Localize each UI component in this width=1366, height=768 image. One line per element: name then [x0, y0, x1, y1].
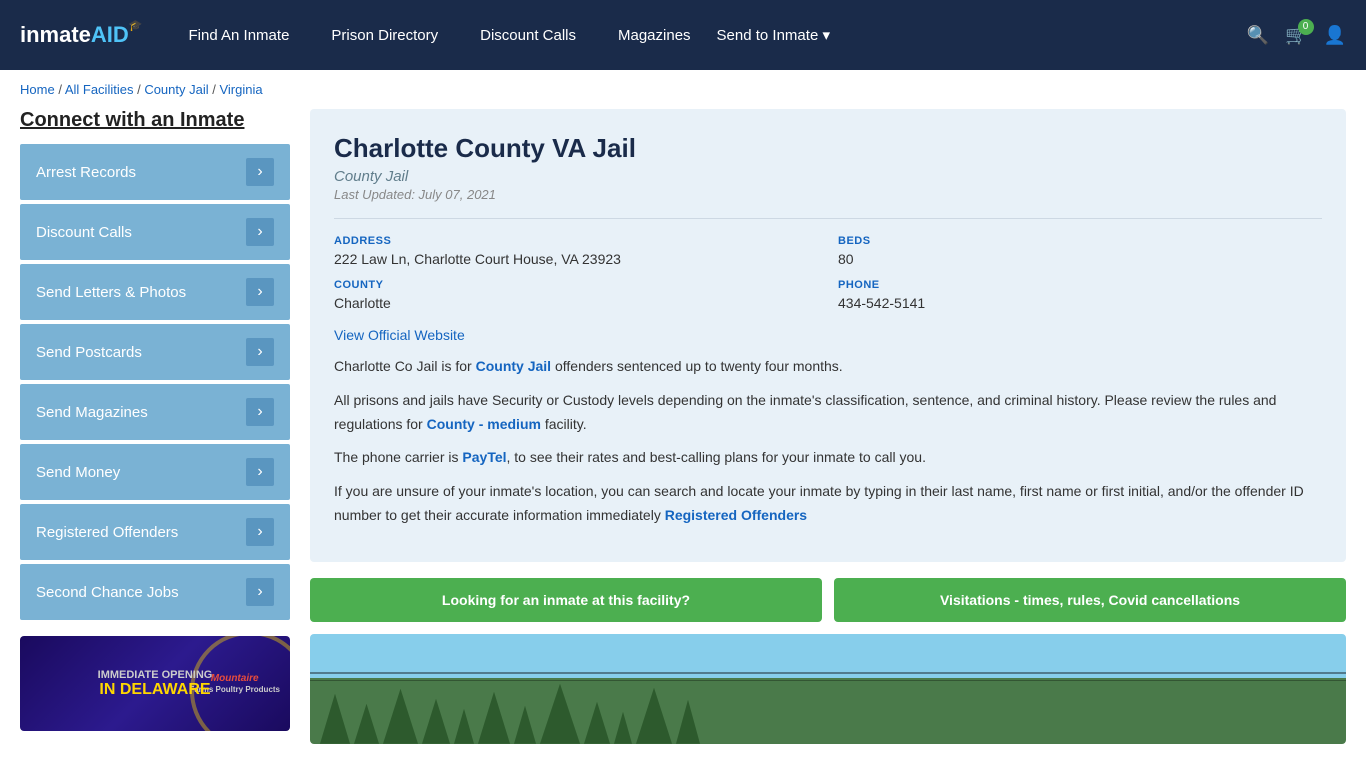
facility-photo — [310, 634, 1346, 744]
sidebar-item-arrest-records[interactable]: Arrest Records › — [20, 144, 290, 200]
nav-prison-directory[interactable]: Prison Directory — [315, 19, 454, 52]
logo[interactable]: inmateAID🎓 — [20, 22, 143, 48]
tree-12 — [676, 700, 700, 744]
phone-value: 434-542-5141 — [838, 295, 1322, 311]
ad-text: IMMEDIATE OPENING IN DELAWARE — [90, 661, 221, 707]
address-block: ADDRESS 222 Law Ln, Charlotte Court Hous… — [334, 235, 818, 267]
navigation: inmateAID🎓 Find An Inmate Prison Directo… — [0, 0, 1366, 70]
chevron-right-icon: › — [246, 278, 274, 306]
county-block: COUNTY Charlotte — [334, 279, 818, 311]
facility-card: Charlotte County VA Jail County Jail Las… — [310, 109, 1346, 562]
sidebar: Connect with an Inmate Arrest Records › … — [20, 109, 290, 744]
sidebar-item-second-chance-jobs[interactable]: Second Chance Jobs › — [20, 564, 290, 620]
search-button[interactable]: 🔍 — [1247, 25, 1269, 46]
sidebar-menu: Arrest Records › Discount Calls › Send L… — [20, 144, 290, 620]
tree-1 — [320, 694, 350, 744]
visitations-button[interactable]: Visitations - times, rules, Covid cancel… — [834, 578, 1346, 622]
sidebar-item-label: Send Postcards — [36, 344, 142, 361]
nav-links: Find An Inmate Prison Directory Discount… — [173, 19, 1247, 52]
address-value: 222 Law Ln, Charlotte Court House, VA 23… — [334, 251, 818, 267]
breadcrumb: Home / All Facilities / County Jail / Vi… — [0, 70, 1366, 109]
tree-7 — [514, 706, 536, 744]
tree-2 — [354, 704, 379, 744]
county-label: COUNTY — [334, 279, 818, 291]
paytel-link[interactable]: PayTel — [462, 449, 506, 465]
nav-find-inmate[interactable]: Find An Inmate — [173, 19, 306, 52]
tree-9 — [584, 702, 610, 744]
chevron-right-icon: › — [246, 158, 274, 186]
facility-type: County Jail — [334, 168, 1322, 185]
nav-icons: 🔍 🛒 0 👤 — [1247, 25, 1346, 46]
sidebar-item-label: Second Chance Jobs — [36, 584, 179, 601]
beds-value: 80 — [838, 251, 1322, 267]
facility-details-grid: ADDRESS 222 Law Ln, Charlotte Court Hous… — [334, 218, 1322, 311]
chevron-right-icon: › — [246, 458, 274, 486]
tree-5 — [454, 709, 474, 744]
facility-name: Charlotte County VA Jail — [334, 133, 1322, 164]
cart-button[interactable]: 🛒 0 — [1285, 25, 1307, 46]
chevron-right-icon: › — [246, 218, 274, 246]
beds-block: BEDS 80 — [838, 235, 1322, 267]
sidebar-item-send-postcards[interactable]: Send Postcards › — [20, 324, 290, 380]
find-inmate-button[interactable]: Looking for an inmate at this facility? — [310, 578, 822, 622]
tree-8 — [540, 684, 580, 744]
sidebar-item-send-magazines[interactable]: Send Magazines › — [20, 384, 290, 440]
nav-send-to-inmate[interactable]: Send to Inmate ▾ — [717, 26, 830, 44]
sidebar-item-label: Discount Calls — [36, 224, 132, 241]
tree-decoration — [310, 679, 1346, 744]
user-account-button[interactable]: 👤 — [1324, 25, 1346, 46]
sidebar-item-discount-calls[interactable]: Discount Calls › — [20, 204, 290, 260]
address-label: ADDRESS — [334, 235, 818, 247]
cart-badge: 0 — [1298, 19, 1314, 35]
tree-10 — [614, 712, 632, 744]
county-jail-link[interactable]: County Jail — [476, 358, 551, 374]
tree-4 — [422, 699, 450, 744]
facility-description: Charlotte Co Jail is for County Jail off… — [334, 355, 1322, 528]
sidebar-title: Connect with an Inmate — [20, 109, 290, 132]
sidebar-item-send-letters[interactable]: Send Letters & Photos › — [20, 264, 290, 320]
nav-magazines[interactable]: Magazines — [602, 19, 707, 52]
registered-offenders-link[interactable]: Registered Offenders — [665, 507, 807, 523]
phone-label: PHONE — [838, 279, 1322, 291]
sidebar-item-label: Send Money — [36, 464, 120, 481]
chevron-right-icon: › — [246, 578, 274, 606]
main-content: Charlotte County VA Jail County Jail Las… — [310, 109, 1346, 744]
county-medium-link[interactable]: County - medium — [427, 416, 541, 432]
sidebar-item-registered-offenders[interactable]: Registered Offenders › — [20, 504, 290, 560]
sidebar-item-label: Send Magazines — [36, 404, 148, 421]
tree-6 — [478, 692, 510, 744]
nav-discount-calls[interactable]: Discount Calls — [464, 19, 592, 52]
sidebar-ad-banner[interactable]: IMMEDIATE OPENING IN DELAWARE Mountaire … — [20, 636, 290, 731]
sidebar-item-label: Send Letters & Photos — [36, 284, 186, 301]
breadcrumb-county-jail[interactable]: County Jail — [144, 82, 208, 97]
official-website-link[interactable]: View Official Website — [334, 327, 465, 343]
facility-last-updated: Last Updated: July 07, 2021 — [334, 187, 1322, 202]
tree-3 — [383, 689, 418, 744]
sidebar-item-send-money[interactable]: Send Money › — [20, 444, 290, 500]
page-layout: Connect with an Inmate Arrest Records › … — [0, 109, 1366, 764]
chevron-right-icon: › — [246, 398, 274, 426]
phone-block: PHONE 434-542-5141 — [838, 279, 1322, 311]
breadcrumb-home[interactable]: Home — [20, 82, 55, 97]
action-buttons: Looking for an inmate at this facility? … — [310, 578, 1346, 622]
sidebar-item-label: Registered Offenders — [36, 524, 178, 541]
county-value: Charlotte — [334, 295, 818, 311]
chevron-right-icon: › — [246, 338, 274, 366]
tree-11 — [636, 688, 672, 744]
wire-decoration — [310, 672, 1346, 674]
chevron-right-icon: › — [246, 518, 274, 546]
breadcrumb-virginia[interactable]: Virginia — [219, 82, 262, 97]
sidebar-item-label: Arrest Records — [36, 164, 136, 181]
breadcrumb-all-facilities[interactable]: All Facilities — [65, 82, 134, 97]
beds-label: BEDS — [838, 235, 1322, 247]
